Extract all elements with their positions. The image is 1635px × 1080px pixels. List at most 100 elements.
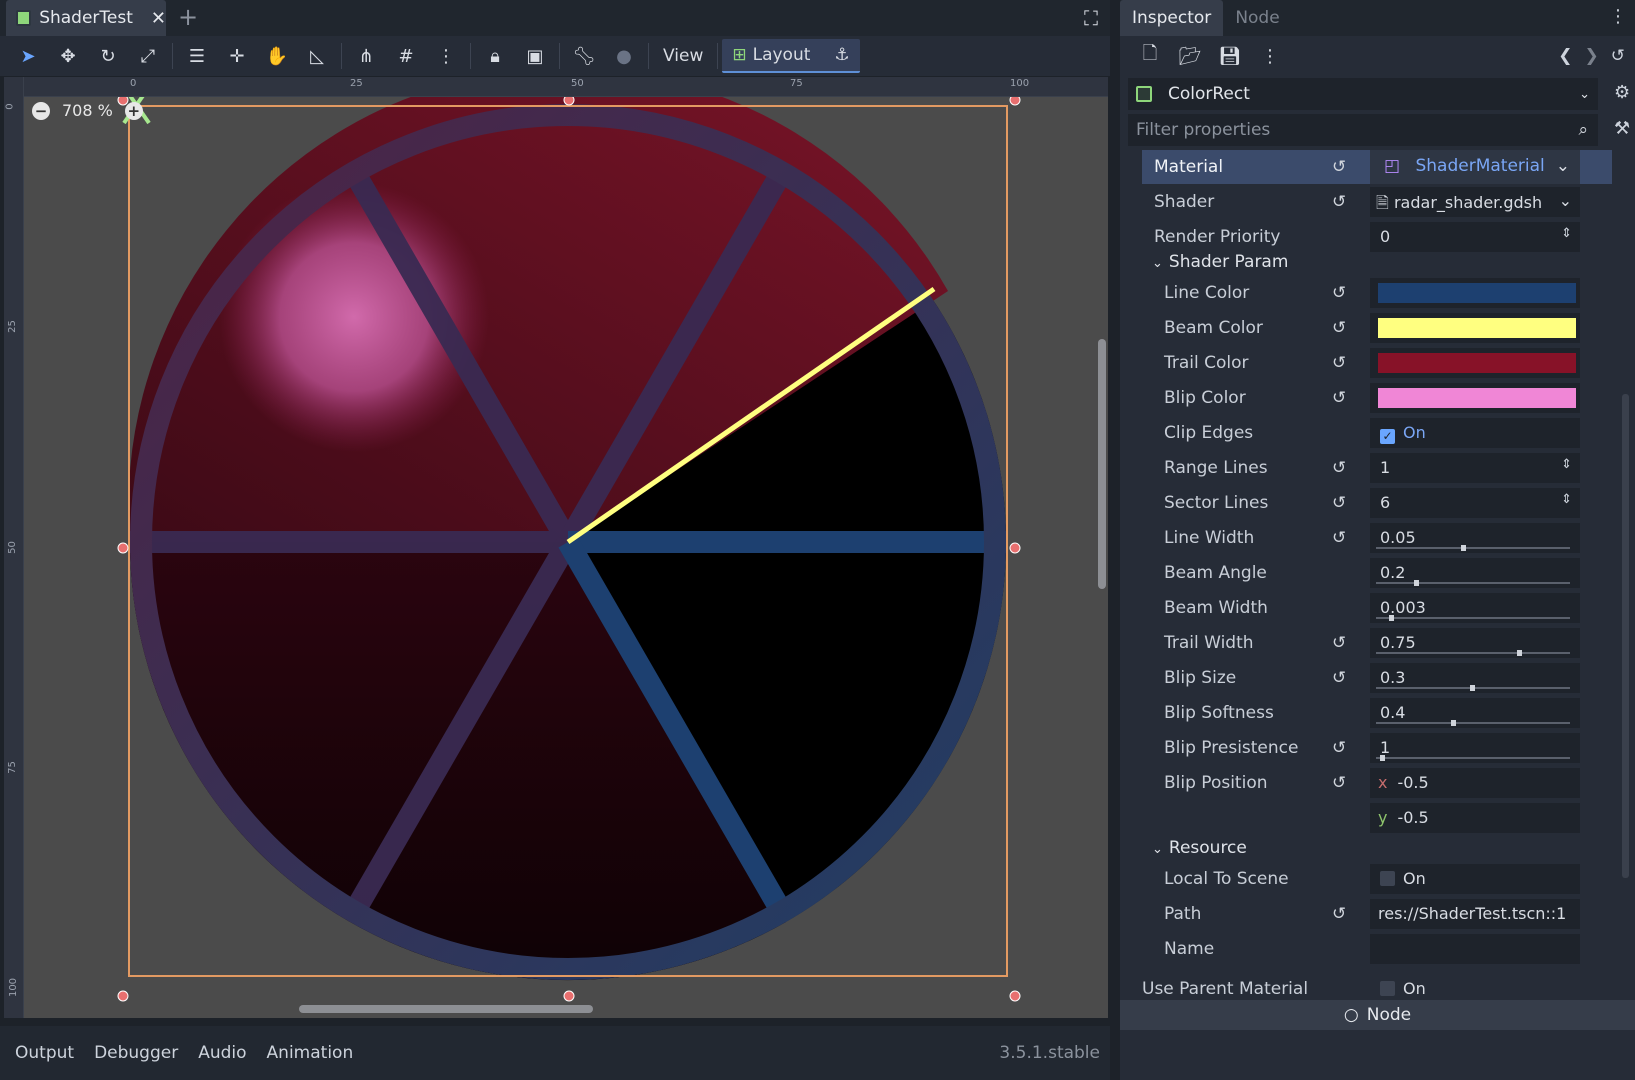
zoom-out-button[interactable]: − [32,101,50,120]
back-icon[interactable]: ❮ [1558,46,1572,66]
scene-tab-shadertest[interactable]: ShaderTest ✕ [6,0,166,36]
slider-grabber[interactable] [1460,545,1466,551]
revert-icon[interactable]: ↺ [1332,458,1346,478]
property-beam-angle[interactable]: Beam Angle 0.2 [1142,556,1612,590]
line-width-slider[interactable]: 0.05 [1370,523,1580,553]
save-resource-icon[interactable]: 💾︎ [1210,38,1250,74]
path-input[interactable]: res://ShaderTest.tscn::1 [1370,899,1580,929]
distraction-free-icon[interactable]: ⛶ [1084,6,1098,30]
blip-presistence-slider[interactable]: 1 [1370,733,1580,763]
slider-grabber[interactable] [1451,720,1457,726]
new-resource-icon[interactable]: 🗋︎ [1130,38,1170,74]
property-material[interactable]: Material ↺ ◰ ShaderMaterial ⌄ [1142,150,1612,184]
object-selector[interactable]: ColorRect ⌄ [1128,78,1598,110]
animation-tab[interactable]: Animation [267,1043,354,1063]
more-options-icon[interactable]: ⋮ [1250,38,1290,74]
add-scene-tab-button[interactable]: + [178,3,198,31]
revert-icon[interactable]: ↺ [1332,283,1346,303]
range-lines-spinbox[interactable]: 1 ⇕ [1370,453,1580,483]
group-icon[interactable]: ▣ [515,38,555,74]
property-path[interactable]: Path ↺ res://ShaderTest.tscn::1 [1142,897,1612,931]
property-shader[interactable]: Shader ↺ 🗎︎ radar_shader.gdsh ⌄ [1142,185,1612,219]
property-name[interactable]: Name [1142,932,1612,966]
output-tab[interactable]: Output [15,1043,74,1063]
property-line-width[interactable]: Line Width ↺ 0.05 [1142,521,1612,555]
shader-resource-picker[interactable]: 🗎︎ radar_shader.gdsh ⌄ [1370,187,1580,217]
blip-size-slider[interactable]: 0.3 [1370,663,1580,693]
zoom-in-button[interactable]: + [124,101,143,120]
blip-softness-slider[interactable]: 0.4 [1370,698,1580,728]
blip-position-x-field[interactable]: x -0.5 [1370,768,1580,798]
property-blip-position[interactable]: Blip Position ↺ x -0.5 y -0.5 [1142,766,1612,836]
property-range-lines[interactable]: Range Lines ↺ 1 ⇕ [1142,451,1612,485]
canvas-viewport[interactable]: 0 25 50 75 100 0 25 50 75 100 − 708 % + [4,77,1108,1018]
checkbox-unchecked-icon[interactable] [1380,871,1395,886]
smart-snap-icon[interactable]: ⋔ [346,38,386,74]
slider-grabber[interactable] [1470,685,1475,691]
beam-angle-slider[interactable]: 0.2 [1370,558,1580,588]
node-section-button[interactable]: ○ Node [1120,1000,1635,1030]
inspector-scrollbar[interactable] [1622,394,1629,878]
audio-tab[interactable]: Audio [198,1043,246,1063]
line-color-swatch[interactable] [1378,283,1576,303]
revert-icon[interactable]: ↺ [1332,318,1346,338]
local-to-scene-checkbox[interactable]: On [1370,864,1580,894]
history-icon[interactable]: ↺ [1611,46,1625,66]
property-blip-size[interactable]: Blip Size ↺ 0.3 [1142,661,1612,695]
revert-icon[interactable]: ↺ [1332,192,1346,212]
property-sector-lines[interactable]: Sector Lines ↺ 6 ⇕ [1142,486,1612,520]
beam-width-slider[interactable]: 0.003 [1370,593,1580,623]
slider-grabber[interactable] [1379,755,1385,761]
ruler-mode-icon[interactable]: ◺ [297,38,337,74]
clip-edges-checkbox[interactable]: ✓ On [1370,418,1580,448]
filter-properties-input[interactable]: Filter properties ⌕ [1128,114,1598,146]
rotate-mode-icon[interactable]: ↻ [88,38,128,74]
list-select-icon[interactable]: ☰ [177,38,217,74]
checkbox-unchecked-icon[interactable] [1380,981,1395,996]
property-trail-width[interactable]: Trail Width ↺ 0.75 [1142,626,1612,660]
updown-icon[interactable]: ⇕ [1561,492,1572,507]
blip-position-y-field[interactable]: y -0.5 [1370,803,1580,833]
property-local-to-scene[interactable]: Local To Scene On [1142,862,1612,896]
property-beam-color[interactable]: Beam Color ↺ [1142,311,1612,345]
revert-icon[interactable]: ↺ [1332,493,1346,513]
property-blip-softness[interactable]: Blip Softness 0.4 [1142,696,1612,730]
load-resource-icon[interactable]: 📂︎ [1170,38,1210,74]
forward-icon[interactable]: ❯ [1585,46,1599,66]
property-blip-color[interactable]: Blip Color ↺ [1142,381,1612,415]
select-mode-icon[interactable]: ➤ [8,38,48,74]
revert-icon[interactable]: ↺ [1332,528,1346,548]
updown-icon[interactable]: ⇕ [1561,226,1572,241]
layout-menu[interactable]: ⊞ Layout ⚓︎ [722,39,860,73]
trail-color-swatch[interactable] [1378,353,1576,373]
revert-icon[interactable]: ↺ [1332,157,1346,177]
zoom-level[interactable]: 708 % [62,101,113,120]
property-render-priority[interactable]: Render Priority 0 ⇕ [1142,220,1612,254]
property-trail-color[interactable]: Trail Color ↺ [1142,346,1612,380]
grid-snap-icon[interactable]: # [386,38,426,74]
dock-menu-icon[interactable]: ⋮ [1609,6,1627,27]
checkbox-checked-icon[interactable]: ✓ [1380,429,1395,444]
blip-color-swatch[interactable] [1378,388,1576,408]
render-priority-spinbox[interactable]: 0 ⇕ [1370,222,1580,252]
debugger-tab[interactable]: Debugger [94,1043,178,1063]
slider-grabber[interactable] [1389,615,1395,621]
pivot-mode-icon[interactable]: ✛ [217,38,257,74]
name-input[interactable] [1370,934,1580,964]
lock-icon[interactable]: 🔒︎ [475,38,515,74]
property-line-color[interactable]: Line Color ↺ [1142,276,1612,310]
revert-icon[interactable]: ↺ [1332,633,1346,653]
pan-mode-icon[interactable]: ✋ [257,38,297,74]
vertical-scrollbar[interactable] [1098,339,1106,589]
property-blip-presistence[interactable]: Blip Presistence ↺ 1 [1142,731,1612,765]
property-beam-width[interactable]: Beam Width 0.003 [1142,591,1612,625]
view-menu[interactable]: View [653,39,713,73]
section-shader-param[interactable]: ⌄ Shader Param [1152,252,1288,272]
revert-icon[interactable]: ↺ [1332,353,1346,373]
tab-node[interactable]: Node [1223,0,1291,36]
skeleton-bone-icon[interactable]: 🦴︎ [564,38,604,74]
trail-width-slider[interactable]: 0.75 [1370,628,1580,658]
material-resource-picker[interactable]: ◰ ShaderMaterial ⌄ [1370,150,1580,184]
revert-icon[interactable]: ↺ [1332,388,1346,408]
object-properties-icon[interactable]: ⚙ [1614,82,1630,103]
